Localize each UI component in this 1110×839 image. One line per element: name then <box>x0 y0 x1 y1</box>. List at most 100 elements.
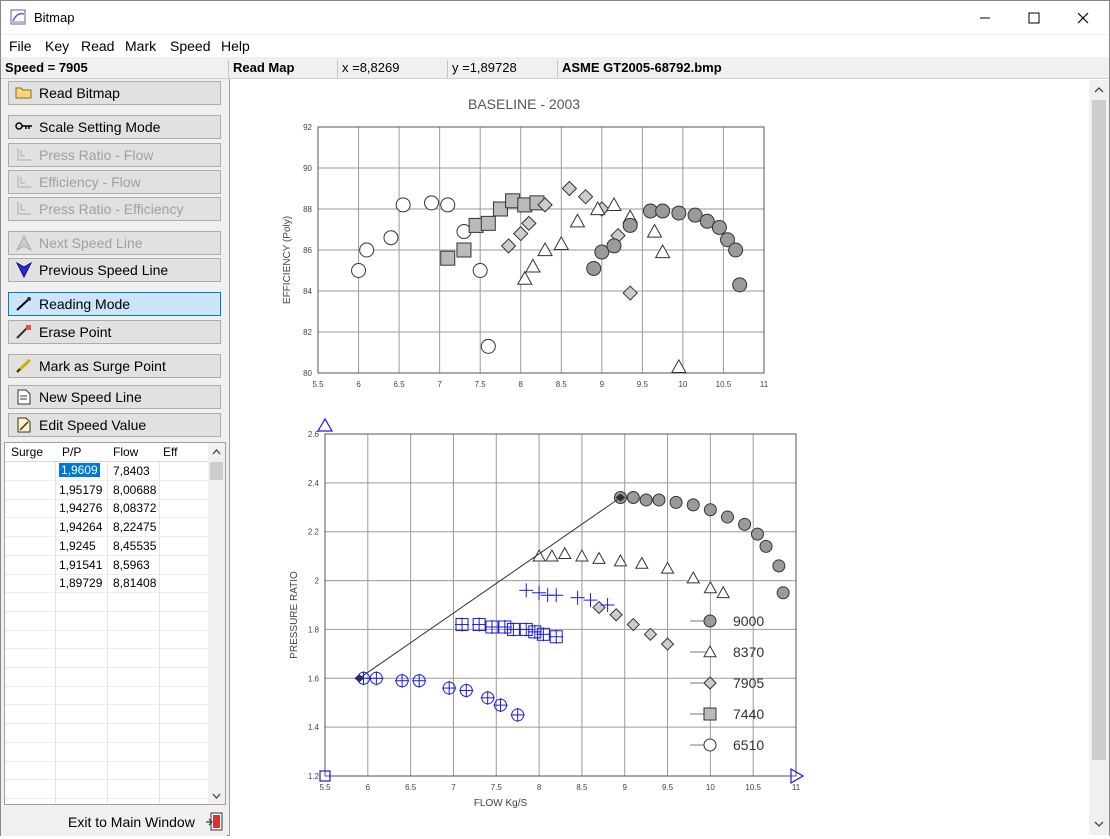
column-header-eff[interactable]: Eff <box>163 445 177 459</box>
y-axis-label: EFFICIENCY (Poly) <box>282 216 293 304</box>
exit-door-icon[interactable] <box>205 812 225 832</box>
table-row[interactable] <box>5 649 210 668</box>
table-row[interactable] <box>5 686 210 706</box>
reading-mode-button[interactable]: Reading Mode <box>8 292 221 316</box>
table-cell[interactable]: 8,08372 <box>113 501 156 515</box>
new-speed-line-button[interactable]: New Speed Line <box>8 385 221 409</box>
table-row[interactable]: 1,89729 8,81408 <box>5 574 210 594</box>
next-speed-line-label: Next Speed Line <box>39 235 143 251</box>
table-row[interactable]: 1,91541 8,5963 <box>5 556 210 575</box>
menu-file[interactable]: File <box>9 38 32 54</box>
data-point-7905 <box>500 238 517 254</box>
table-row[interactable] <box>5 761 210 781</box>
data-point-8370 <box>525 258 541 273</box>
efficiency-flow-button[interactable]: Efficiency - Flow <box>8 170 221 194</box>
erase-point-button[interactable]: Erase Point <box>8 320 221 344</box>
data-point-7905 <box>592 600 606 615</box>
canvas-scrollbar[interactable] <box>1089 80 1109 835</box>
scale-setting-button[interactable]: Scale Setting Mode <box>8 115 221 139</box>
table-row[interactable] <box>5 780 210 799</box>
previous-speed-line-label: Previous Speed Line <box>39 262 169 278</box>
y-axis-label: PRESSURE RATIO <box>289 571 300 659</box>
legend-label: 6510 <box>733 737 764 753</box>
table-scrollbar[interactable] <box>208 443 225 804</box>
table-row[interactable] <box>5 593 210 612</box>
surge-line <box>358 497 621 679</box>
legend-marker-7440 <box>703 707 717 721</box>
data-point-9000 <box>711 219 727 235</box>
menu-mark[interactable]: Mark <box>125 38 156 54</box>
minimize-button[interactable] <box>961 1 1009 34</box>
table-cell[interactable]: 1,91541 <box>59 558 102 572</box>
maximize-button[interactable] <box>1010 1 1058 34</box>
table-cell[interactable]: 8,5963 <box>113 558 150 572</box>
x-tick-label: 8.5 <box>576 783 588 792</box>
data-point-7905 <box>622 285 638 301</box>
table-cell[interactable]: 1,94276 <box>59 501 102 515</box>
table-cell[interactable]: 1,89729 <box>59 576 102 590</box>
menu-bar: File Key Read Mark Speed Help <box>1 35 1109 57</box>
column-header-flow[interactable]: Flow <box>113 445 138 459</box>
menu-help[interactable]: Help <box>221 38 250 54</box>
menu-read[interactable]: Read <box>81 38 114 54</box>
table-row[interactable] <box>5 743 210 762</box>
table-cell[interactable]: 1,9245 <box>59 539 96 553</box>
table-cell[interactable]: 8,81408 <box>113 576 156 590</box>
data-point-9000 <box>720 510 734 524</box>
table-row[interactable]: 1,95179 8,00688 <box>5 481 210 500</box>
x-tick-label: 10 <box>706 783 715 792</box>
data-point-9000 <box>652 493 666 507</box>
previous-speed-line-button[interactable]: Previous Speed Line <box>8 258 221 282</box>
column-header-surge[interactable]: Surge <box>11 445 43 459</box>
x-tick-label: 5.5 <box>319 783 331 792</box>
data-point-9000 <box>772 559 786 573</box>
x-tick-label: 10 <box>678 380 687 389</box>
data-point-8370 <box>516 270 533 285</box>
data-point-7905 <box>513 225 529 242</box>
table-row[interactable]: 1,9245 8,45535 <box>5 537 210 556</box>
y-tick-label: 82 <box>303 328 312 337</box>
data-point-6510 <box>472 263 488 278</box>
table-row[interactable] <box>5 705 210 725</box>
read-bitmap-label: Read Bitmap <box>39 85 120 101</box>
data-point-9000 <box>622 217 638 233</box>
close-button[interactable] <box>1059 1 1107 34</box>
table-cell[interactable]: 7,8403 <box>113 464 150 478</box>
compressor-map-image[interactable]: 5.5 6 6.5 7 7.5 8 8.5 9 9.5 10 10.5 118082848688909… <box>230 79 1088 836</box>
data-point-6510 <box>359 242 375 258</box>
table-row[interactable] <box>5 612 210 631</box>
x-tick-label: 7 <box>451 783 456 792</box>
table-row[interactable] <box>5 630 210 650</box>
read-bitmap-button[interactable]: Read Bitmap <box>8 81 221 105</box>
table-row[interactable] <box>5 668 210 687</box>
press-ratio-efficiency-button[interactable]: Press Ratio - Efficiency <box>8 197 221 221</box>
column-header-pp[interactable]: P/P <box>62 445 81 459</box>
data-point-6510 <box>424 195 440 211</box>
table-cell[interactable]: 8,00688 <box>113 483 156 497</box>
table-cell[interactable]: 1,9609 <box>59 463 100 477</box>
data-point-8370 <box>635 556 649 569</box>
table-row[interactable]: 1,9609 7,8403 <box>5 462 210 481</box>
x-tick-label: 7 <box>437 380 442 389</box>
exit-to-main-window-label[interactable]: Exit to Main Window <box>68 814 195 830</box>
table-cell[interactable]: 8,45535 <box>113 539 156 553</box>
points-table[interactable]: Surge P/P Flow Eff 1,9609 7,8403 1,95179 8,… <box>4 442 226 805</box>
menu-key[interactable]: Key <box>45 38 69 54</box>
menu-speed[interactable]: Speed <box>170 38 210 54</box>
table-cell[interactable]: 8,22475 <box>113 520 156 534</box>
data-point-6510 <box>351 263 367 278</box>
next-speed-line-button[interactable]: Next Speed Line <box>8 231 221 255</box>
bitmap-app-icon <box>10 9 26 25</box>
marker-icon <box>15 358 33 374</box>
data-point-7905 <box>577 188 594 205</box>
table-row[interactable]: 1,94264 8,22475 <box>5 518 210 538</box>
table-row[interactable]: 1,94276 8,08372 <box>5 499 210 519</box>
edit-speed-value-button[interactable]: Edit Speed Value <box>8 413 221 437</box>
bitmap-canvas[interactable]: 5.5 6 6.5 7 7.5 8 8.5 9 9.5 10 10.5 11 80 82 84 86 88 90 9… <box>229 79 1109 836</box>
data-point-8370 <box>716 585 731 599</box>
table-row[interactable] <box>5 724 210 743</box>
press-ratio-flow-button[interactable]: Press Ratio - Flow <box>8 143 221 167</box>
table-cell[interactable]: 1,94264 <box>59 520 102 534</box>
table-cell[interactable]: 1,95179 <box>59 483 102 497</box>
mark-surge-point-button[interactable]: Mark as Surge Point <box>8 354 221 378</box>
